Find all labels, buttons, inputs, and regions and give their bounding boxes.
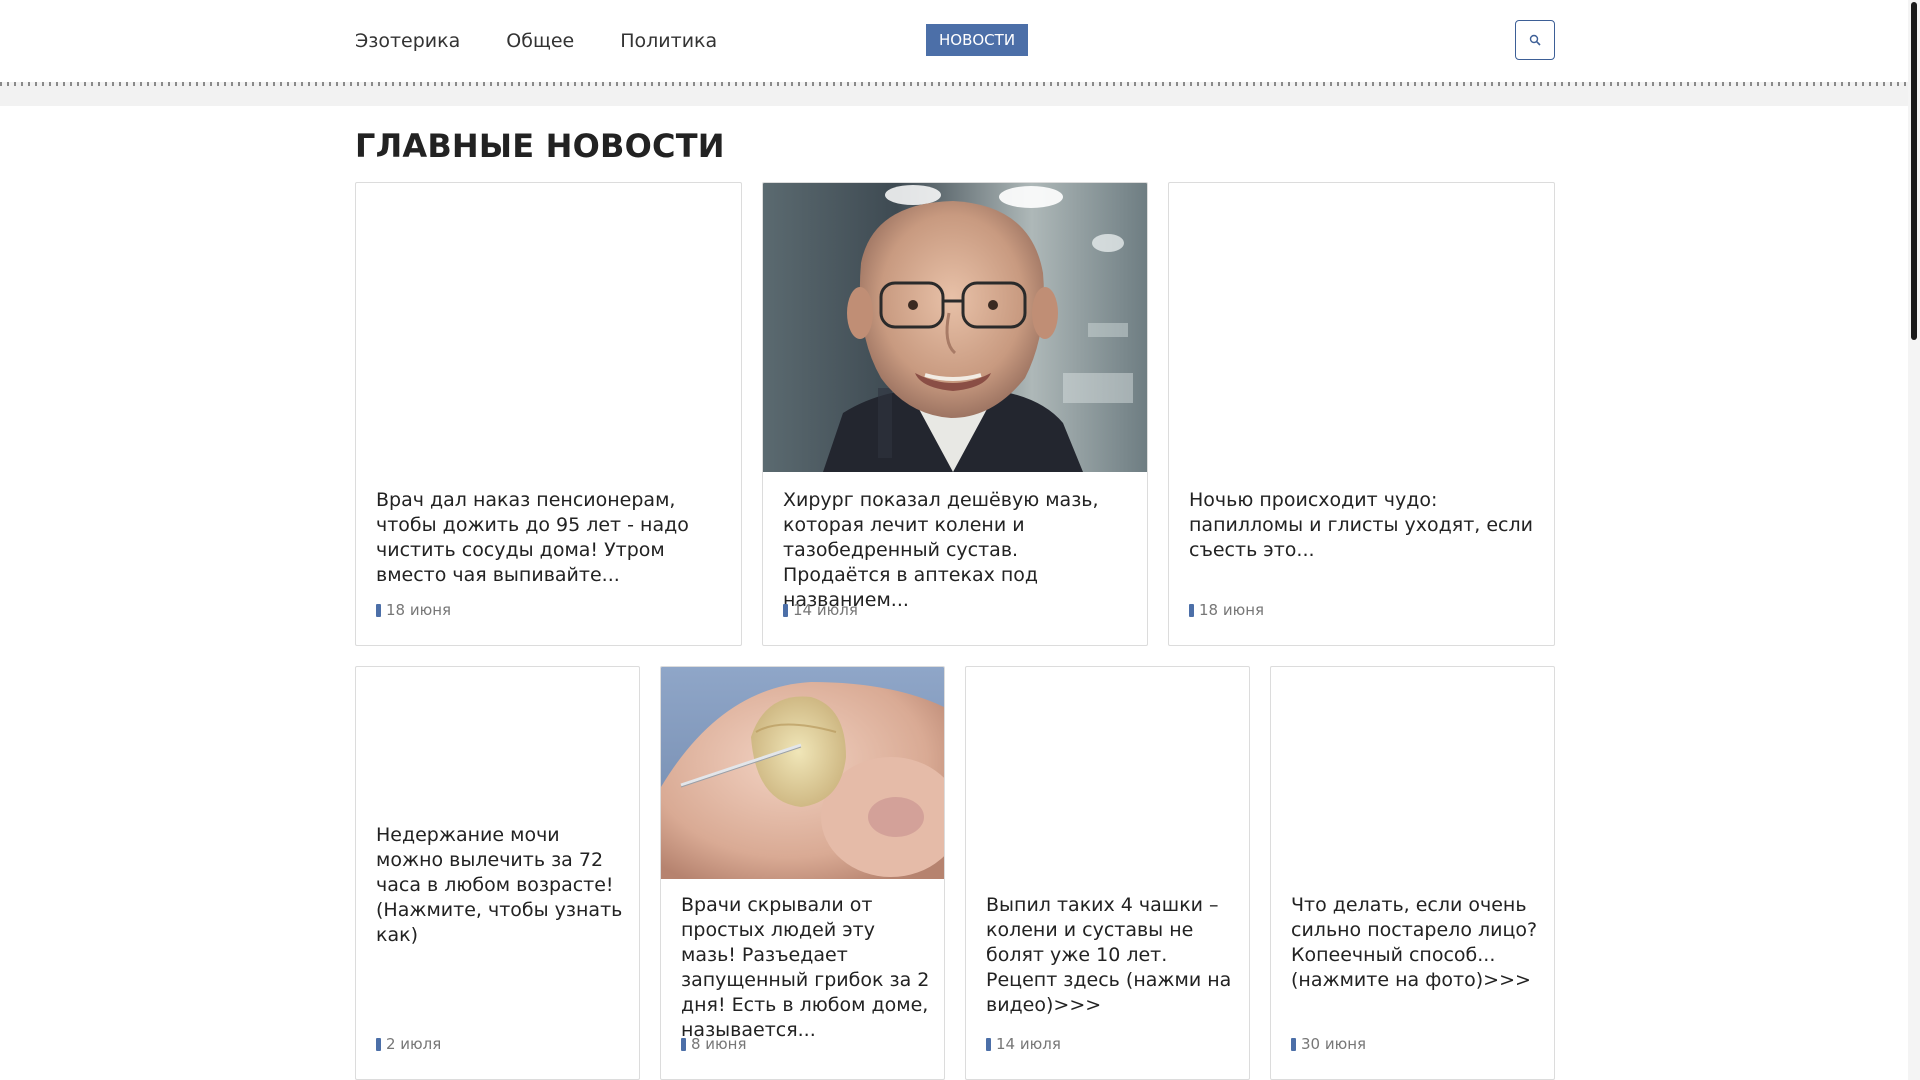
card-date: 14 июля xyxy=(783,601,858,619)
card-date: 30 июня xyxy=(1291,1035,1366,1053)
clock-icon xyxy=(681,1037,686,1051)
card-date: 2 июля xyxy=(376,1035,441,1053)
card-image-elderly-man[interactable] xyxy=(763,183,1147,472)
card-date-text: 30 июня xyxy=(1301,1035,1367,1053)
search-button[interactable] xyxy=(1515,20,1555,60)
card-date: 8 июня xyxy=(681,1035,747,1053)
news-card[interactable]: Врачи скрывали от простых людей эту мазь… xyxy=(660,666,945,1080)
search-icon xyxy=(1529,34,1541,46)
card-title[interactable]: Что делать, если очень сильно постарело … xyxy=(1291,893,1541,993)
news-card[interactable]: Что делать, если очень сильно постарело … xyxy=(1270,666,1555,1080)
card-title[interactable]: Врачи скрывали от простых людей эту мазь… xyxy=(681,893,931,1043)
card-title[interactable]: Хирург показал дешёвую мазь, которая леч… xyxy=(783,488,1128,613)
header-divider xyxy=(0,82,1908,106)
scrollbar-thumb[interactable] xyxy=(1911,2,1917,340)
clock-icon xyxy=(376,603,381,617)
card-date-text: 14 июля xyxy=(996,1035,1061,1053)
clock-icon xyxy=(1189,603,1194,617)
news-card[interactable]: Недержание мочи можно вылечить за 72 час… xyxy=(355,666,640,1080)
card-date-text: 14 июля xyxy=(793,601,858,619)
nav-item-general[interactable]: Общее xyxy=(506,26,574,56)
elderly-man-photo xyxy=(763,183,1147,472)
card-title[interactable]: Выпил таких 4 чашки – колени и суставы н… xyxy=(986,893,1236,1018)
card-date: 14 июля xyxy=(986,1035,1061,1053)
page-scrollbar[interactable] xyxy=(1908,0,1920,1080)
nav-item-politics[interactable]: Политика xyxy=(620,26,717,56)
card-date-text: 8 июня xyxy=(691,1035,747,1053)
main-nav: Эзотерика Общее Политика xyxy=(355,26,717,56)
card-date-text: 18 июня xyxy=(386,601,452,619)
clock-icon xyxy=(1291,1037,1296,1051)
card-title[interactable]: Ночью происходит чудо: папилломы и глист… xyxy=(1189,488,1534,563)
news-card[interactable]: Хирург показал дешёвую мазь, которая леч… xyxy=(762,182,1148,646)
section-title: ГЛАВНЫЕ НОВОСТИ xyxy=(355,127,725,165)
card-title[interactable]: Врач дал наказ пенсионерам, чтобы дожить… xyxy=(376,488,721,588)
card-date: 18 июня xyxy=(376,601,451,619)
toenail-photo xyxy=(661,667,944,879)
card-date: 18 июня xyxy=(1189,601,1264,619)
clock-icon xyxy=(376,1037,381,1051)
nav-item-esoterica[interactable]: Эзотерика xyxy=(355,26,460,56)
card-title[interactable]: Недержание мочи можно вылечить за 72 час… xyxy=(376,823,626,948)
clock-icon xyxy=(986,1037,991,1051)
news-card[interactable]: Врач дал наказ пенсионерам, чтобы дожить… xyxy=(355,182,742,646)
card-date-text: 2 июля xyxy=(386,1035,442,1053)
site-header: Эзотерика Общее Политика НОВОСТИ xyxy=(0,0,1908,86)
news-card[interactable]: Ночью происходит чудо: папилломы и глист… xyxy=(1168,182,1555,646)
news-card[interactable]: Выпил таких 4 чашки – колени и суставы н… xyxy=(965,666,1250,1080)
clock-icon xyxy=(783,603,788,617)
card-date-text: 18 июня xyxy=(1199,601,1265,619)
news-badge[interactable]: НОВОСТИ xyxy=(926,24,1029,56)
card-image-toenail[interactable] xyxy=(661,667,944,879)
